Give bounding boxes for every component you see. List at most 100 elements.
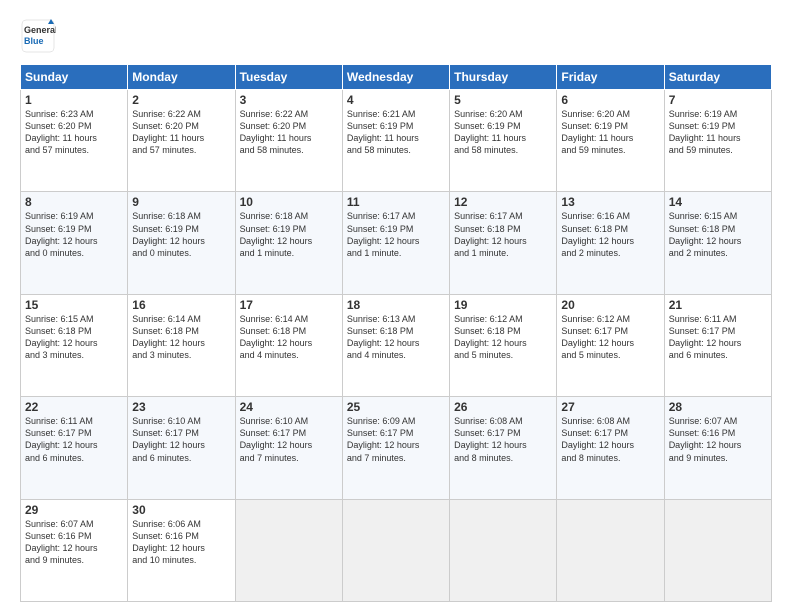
calendar-cell: 8Sunrise: 6:19 AM Sunset: 6:19 PM Daylig… [21,192,128,294]
day-number: 12 [454,195,552,209]
weekday-header-sunday: Sunday [21,65,128,90]
weekday-header-monday: Monday [128,65,235,90]
calendar-cell: 2Sunrise: 6:22 AM Sunset: 6:20 PM Daylig… [128,90,235,192]
calendar-cell [342,499,449,601]
day-number: 16 [132,298,230,312]
day-info: Sunrise: 6:08 AM Sunset: 6:17 PM Dayligh… [454,415,552,464]
calendar-cell [235,499,342,601]
calendar-cell: 20Sunrise: 6:12 AM Sunset: 6:17 PM Dayli… [557,294,664,396]
day-info: Sunrise: 6:19 AM Sunset: 6:19 PM Dayligh… [669,108,767,157]
calendar-cell: 18Sunrise: 6:13 AM Sunset: 6:18 PM Dayli… [342,294,449,396]
day-info: Sunrise: 6:09 AM Sunset: 6:17 PM Dayligh… [347,415,445,464]
day-number: 30 [132,503,230,517]
calendar-cell: 16Sunrise: 6:14 AM Sunset: 6:18 PM Dayli… [128,294,235,396]
day-number: 11 [347,195,445,209]
calendar-cell [557,499,664,601]
calendar-cell: 29Sunrise: 6:07 AM Sunset: 6:16 PM Dayli… [21,499,128,601]
day-number: 25 [347,400,445,414]
calendar-cell: 17Sunrise: 6:14 AM Sunset: 6:18 PM Dayli… [235,294,342,396]
calendar-cell: 1Sunrise: 6:23 AM Sunset: 6:20 PM Daylig… [21,90,128,192]
calendar-week-3: 22Sunrise: 6:11 AM Sunset: 6:17 PM Dayli… [21,397,772,499]
day-info: Sunrise: 6:06 AM Sunset: 6:16 PM Dayligh… [132,518,230,567]
calendar-cell: 26Sunrise: 6:08 AM Sunset: 6:17 PM Dayli… [450,397,557,499]
day-number: 19 [454,298,552,312]
day-info: Sunrise: 6:17 AM Sunset: 6:18 PM Dayligh… [454,210,552,259]
day-number: 1 [25,93,123,107]
day-number: 23 [132,400,230,414]
calendar-week-1: 8Sunrise: 6:19 AM Sunset: 6:19 PM Daylig… [21,192,772,294]
day-number: 14 [669,195,767,209]
day-info: Sunrise: 6:07 AM Sunset: 6:16 PM Dayligh… [25,518,123,567]
day-info: Sunrise: 6:12 AM Sunset: 6:18 PM Dayligh… [454,313,552,362]
day-info: Sunrise: 6:23 AM Sunset: 6:20 PM Dayligh… [25,108,123,157]
calendar-cell: 5Sunrise: 6:20 AM Sunset: 6:19 PM Daylig… [450,90,557,192]
day-info: Sunrise: 6:18 AM Sunset: 6:19 PM Dayligh… [240,210,338,259]
weekday-header-saturday: Saturday [664,65,771,90]
day-number: 7 [669,93,767,107]
day-info: Sunrise: 6:13 AM Sunset: 6:18 PM Dayligh… [347,313,445,362]
day-info: Sunrise: 6:14 AM Sunset: 6:18 PM Dayligh… [132,313,230,362]
day-info: Sunrise: 6:22 AM Sunset: 6:20 PM Dayligh… [240,108,338,157]
day-info: Sunrise: 6:17 AM Sunset: 6:19 PM Dayligh… [347,210,445,259]
day-info: Sunrise: 6:15 AM Sunset: 6:18 PM Dayligh… [25,313,123,362]
day-number: 28 [669,400,767,414]
calendar-cell: 27Sunrise: 6:08 AM Sunset: 6:17 PM Dayli… [557,397,664,499]
day-number: 27 [561,400,659,414]
calendar-cell: 23Sunrise: 6:10 AM Sunset: 6:17 PM Dayli… [128,397,235,499]
day-number: 18 [347,298,445,312]
calendar-cell: 3Sunrise: 6:22 AM Sunset: 6:20 PM Daylig… [235,90,342,192]
day-number: 6 [561,93,659,107]
calendar-cell: 9Sunrise: 6:18 AM Sunset: 6:19 PM Daylig… [128,192,235,294]
day-info: Sunrise: 6:07 AM Sunset: 6:16 PM Dayligh… [669,415,767,464]
calendar-cell: 30Sunrise: 6:06 AM Sunset: 6:16 PM Dayli… [128,499,235,601]
calendar-week-2: 15Sunrise: 6:15 AM Sunset: 6:18 PM Dayli… [21,294,772,396]
weekday-header-friday: Friday [557,65,664,90]
logo: General Blue [20,18,56,54]
day-number: 10 [240,195,338,209]
day-info: Sunrise: 6:08 AM Sunset: 6:17 PM Dayligh… [561,415,659,464]
day-number: 26 [454,400,552,414]
day-number: 20 [561,298,659,312]
calendar-cell: 7Sunrise: 6:19 AM Sunset: 6:19 PM Daylig… [664,90,771,192]
day-info: Sunrise: 6:12 AM Sunset: 6:17 PM Dayligh… [561,313,659,362]
calendar-table: SundayMondayTuesdayWednesdayThursdayFrid… [20,64,772,602]
calendar-cell [664,499,771,601]
calendar-header-row: SundayMondayTuesdayWednesdayThursdayFrid… [21,65,772,90]
day-info: Sunrise: 6:18 AM Sunset: 6:19 PM Dayligh… [132,210,230,259]
day-info: Sunrise: 6:16 AM Sunset: 6:18 PM Dayligh… [561,210,659,259]
day-info: Sunrise: 6:20 AM Sunset: 6:19 PM Dayligh… [561,108,659,157]
day-number: 5 [454,93,552,107]
calendar-cell: 6Sunrise: 6:20 AM Sunset: 6:19 PM Daylig… [557,90,664,192]
svg-text:General: General [24,25,56,35]
calendar-cell: 21Sunrise: 6:11 AM Sunset: 6:17 PM Dayli… [664,294,771,396]
day-number: 8 [25,195,123,209]
weekday-header-wednesday: Wednesday [342,65,449,90]
day-info: Sunrise: 6:11 AM Sunset: 6:17 PM Dayligh… [669,313,767,362]
day-number: 4 [347,93,445,107]
calendar-cell: 15Sunrise: 6:15 AM Sunset: 6:18 PM Dayli… [21,294,128,396]
day-number: 17 [240,298,338,312]
calendar-cell: 25Sunrise: 6:09 AM Sunset: 6:17 PM Dayli… [342,397,449,499]
calendar-cell: 14Sunrise: 6:15 AM Sunset: 6:18 PM Dayli… [664,192,771,294]
calendar-page: General Blue SundayMondayTuesdayWednesda… [0,0,792,612]
calendar-cell: 11Sunrise: 6:17 AM Sunset: 6:19 PM Dayli… [342,192,449,294]
calendar-week-4: 29Sunrise: 6:07 AM Sunset: 6:16 PM Dayli… [21,499,772,601]
day-info: Sunrise: 6:10 AM Sunset: 6:17 PM Dayligh… [132,415,230,464]
day-info: Sunrise: 6:21 AM Sunset: 6:19 PM Dayligh… [347,108,445,157]
calendar-cell [450,499,557,601]
day-info: Sunrise: 6:19 AM Sunset: 6:19 PM Dayligh… [25,210,123,259]
day-info: Sunrise: 6:15 AM Sunset: 6:18 PM Dayligh… [669,210,767,259]
logo-svg: General Blue [20,18,56,54]
day-number: 13 [561,195,659,209]
day-number: 29 [25,503,123,517]
calendar-cell: 28Sunrise: 6:07 AM Sunset: 6:16 PM Dayli… [664,397,771,499]
day-number: 9 [132,195,230,209]
day-info: Sunrise: 6:22 AM Sunset: 6:20 PM Dayligh… [132,108,230,157]
calendar-cell: 10Sunrise: 6:18 AM Sunset: 6:19 PM Dayli… [235,192,342,294]
calendar-week-0: 1Sunrise: 6:23 AM Sunset: 6:20 PM Daylig… [21,90,772,192]
calendar-cell: 24Sunrise: 6:10 AM Sunset: 6:17 PM Dayli… [235,397,342,499]
day-info: Sunrise: 6:10 AM Sunset: 6:17 PM Dayligh… [240,415,338,464]
calendar-cell: 4Sunrise: 6:21 AM Sunset: 6:19 PM Daylig… [342,90,449,192]
day-info: Sunrise: 6:20 AM Sunset: 6:19 PM Dayligh… [454,108,552,157]
day-number: 24 [240,400,338,414]
